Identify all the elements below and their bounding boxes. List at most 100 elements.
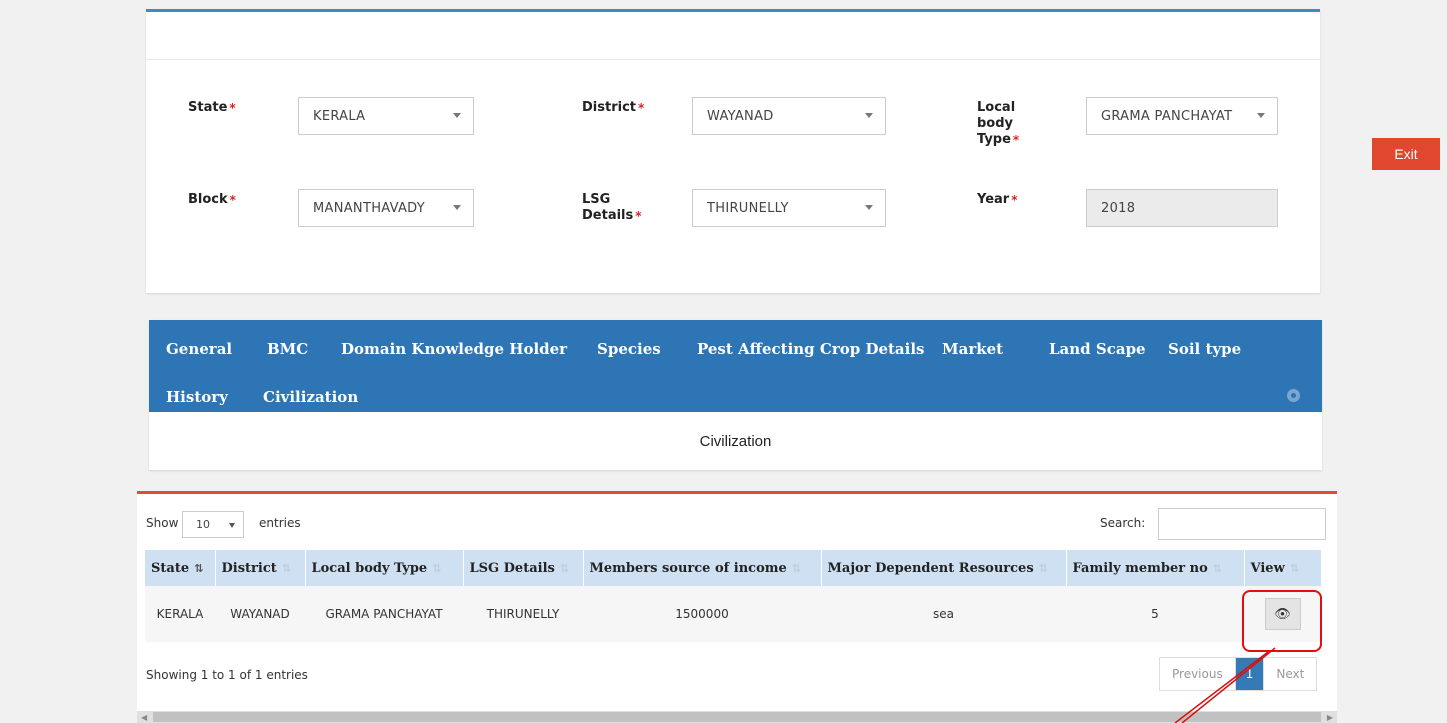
required-mark: * [635,209,642,223]
table-panel: Show 10 entries Search: State ⇅ District ⇅… [137,491,1337,723]
state-label-text: State [188,100,228,115]
district-select-value: WAYANAD [707,108,774,124]
cell-district: WAYANAD [215,586,305,642]
gear-icon[interactable] [1287,389,1300,402]
district-label: District * [582,100,644,116]
data-table: State ⇅ District ⇅ Local body Type ⇅ LSG De… [145,550,1322,642]
column-header-label: Major Dependent Resources [827,560,1034,576]
tab-market[interactable]: Market [942,340,1003,358]
column-header-label: LSG Details [469,560,555,576]
district-select[interactable]: WAYANAD [692,97,886,135]
block-select-value: MANANTHAVADY [313,200,426,216]
scrollbar-thumb[interactable] [153,712,1321,722]
local-body-type-select-value: GRAMA PANCHAYAT [1101,108,1233,124]
exit-button[interactable]: Exit [1372,138,1440,170]
year-label-text: Year [977,192,1010,207]
local-body-type-label-line: Local [977,100,1016,115]
local-body-type-label-line: body [977,116,1014,131]
show-label: Show [146,516,179,530]
chevron-down-icon [229,523,235,528]
tab-land-scape[interactable]: Land Scape [1049,340,1146,358]
column-header-state[interactable]: State ⇅ [145,550,216,586]
filter-panel: State * KERALA District * WAYANAD Local bo… [146,9,1320,293]
column-header-label: Members source of income [589,560,787,576]
column-header-label: Local body Type [311,560,428,576]
tab-civilization[interactable]: Civilization [263,388,358,406]
sort-icon: ⇅ [194,561,204,575]
lsg-details-label-line: LSG [582,192,611,207]
tab-content: Civilization [699,432,772,450]
local-body-type-select[interactable]: GRAMA PANCHAYAT [1086,97,1278,135]
tab-species[interactable]: Species [597,340,661,358]
scroll-right-icon[interactable]: ▶ [1327,713,1333,722]
table-header-row: State ⇅ District ⇅ Local body Type ⇅ LSG De… [145,550,1322,586]
previous-page-button[interactable]: Previous [1160,658,1236,690]
highlight-box [1242,590,1322,652]
column-header-view[interactable]: View ⇅ [1244,550,1322,586]
column-header-local-body-type[interactable]: Local body Type ⇅ [305,550,464,586]
local-body-type-label-line: Type [977,132,1011,147]
block-label-text: Block [188,192,228,207]
chevron-down-icon [865,205,873,210]
column-header-label: Family member no [1072,560,1208,576]
state-select[interactable]: KERALA [298,97,474,135]
chevron-down-icon [453,113,461,118]
cell-members-source-of-income: 1500000 [583,586,821,642]
entries-label: entries [259,516,301,530]
column-header-label: View [1250,560,1285,576]
local-body-type-label: Local body Type * [977,100,1019,148]
sort-icon: ⇅ [1289,561,1299,575]
table-row: KERALA WAYANAD GRAMA PANCHAYAT THIRUNELL… [145,586,1321,642]
column-header-lsg-details[interactable]: LSG Details ⇅ [463,550,584,586]
next-page-button[interactable]: Next [1264,658,1316,690]
tab-bar: General BMC Domain Knowledge Holder Spec… [149,320,1322,412]
state-select-value: KERALA [313,108,366,124]
cell-state: KERALA [145,586,215,642]
horizontal-scrollbar[interactable]: ◀ ▶ [137,711,1337,723]
chevron-down-icon [865,113,873,118]
sort-icon: ⇅ [791,561,801,575]
year-label: Year * [977,192,1018,208]
page-1-button[interactable]: 1 [1235,658,1265,690]
column-header-family-member-no[interactable]: Family member no ⇅ [1066,550,1245,586]
pagination: Previous 1 Next [1159,657,1318,691]
year-field: 2018 [1086,189,1278,227]
cell-lsg-details: THIRUNELLY [463,586,583,642]
sort-icon: ⇅ [1038,561,1048,575]
lsg-details-select-value: THIRUNELLY [707,200,789,216]
district-label-text: District [582,100,636,115]
tab-pest-affecting-crop-details[interactable]: Pest Affecting Crop Details [697,340,924,358]
state-label: State * [188,100,236,116]
required-mark: * [229,193,236,207]
lsg-details-select[interactable]: THIRUNELLY [692,189,886,227]
tab-general[interactable]: General [166,340,232,358]
column-header-label: State [151,560,190,576]
required-mark: * [638,101,645,115]
tab-soil-type[interactable]: Soil type [1168,340,1241,358]
block-select[interactable]: MANANTHAVADY [298,189,474,227]
chevron-down-icon [1257,113,1265,118]
filter-panel-header [146,12,1320,60]
required-mark: * [229,101,236,115]
column-header-members-source-of-income[interactable]: Members source of income ⇅ [583,550,822,586]
search-input[interactable] [1158,508,1326,540]
sort-icon: ⇅ [432,561,442,575]
column-header-major-dependent-resources[interactable]: Major Dependent Resources ⇅ [821,550,1067,586]
sort-icon: ⇅ [1212,561,1223,575]
scroll-left-icon[interactable]: ◀ [141,713,147,722]
year-field-value: 2018 [1101,200,1136,216]
tab-domain-knowledge-holder[interactable]: Domain Knowledge Holder [341,340,567,358]
lsg-details-label: LSG Details * [582,192,642,224]
page-length-select[interactable]: 10 [182,511,244,538]
tab-bmc[interactable]: BMC [267,340,308,358]
column-header-district[interactable]: District ⇅ [215,550,306,586]
table-info: Showing 1 to 1 of 1 entries [146,668,308,682]
tabs-panel: General BMC Domain Knowledge Holder Spec… [149,320,1322,470]
sort-icon: ⇅ [281,561,291,575]
tab-history[interactable]: History [166,388,228,406]
lsg-details-label-line: Details [582,208,634,223]
column-header-label: District [221,560,277,576]
block-label: Block * [188,192,236,208]
sort-icon: ⇅ [559,561,570,575]
page-length-value: 10 [196,518,210,531]
